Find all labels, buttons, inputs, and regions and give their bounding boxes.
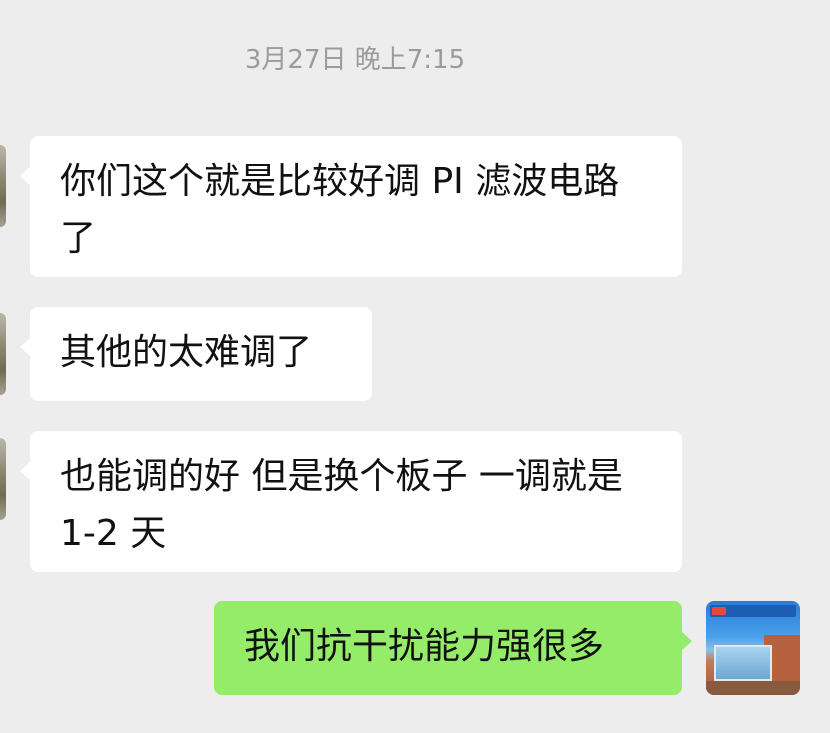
message-bubble-incoming[interactable]: 你们这个就是比较好调 PI 滤波电路了 <box>20 136 682 277</box>
message-text: 你们这个就是比较好调 PI 滤波电路了 <box>60 161 620 259</box>
ground <box>706 681 800 695</box>
contact-avatar-icon[interactable] <box>0 145 6 227</box>
message-bubble-incoming[interactable]: 其他的太难调了 <box>20 307 372 401</box>
message-text: 也能调的好 但是换个板子 一调就是 1-2 天 <box>60 456 623 554</box>
message-text: 我们抗干扰能力强很多 <box>244 626 605 667</box>
chat-timestamp: 3月27日 晚上7:15 <box>244 45 466 75</box>
company-building-avatar-icon[interactable] <box>706 601 800 695</box>
message-text: 其他的太难调了 <box>60 332 313 373</box>
logo-mark <box>712 607 726 615</box>
message-bubble-incoming[interactable]: 也能调的好 但是换个板子 一调就是 1-2 天 <box>20 431 682 572</box>
building-glass <box>714 645 772 681</box>
contact-avatar-icon[interactable] <box>0 313 6 395</box>
contact-avatar-icon[interactable] <box>0 438 6 520</box>
message-bubble-outgoing[interactable]: 我们抗干扰能力强很多 <box>214 601 692 695</box>
